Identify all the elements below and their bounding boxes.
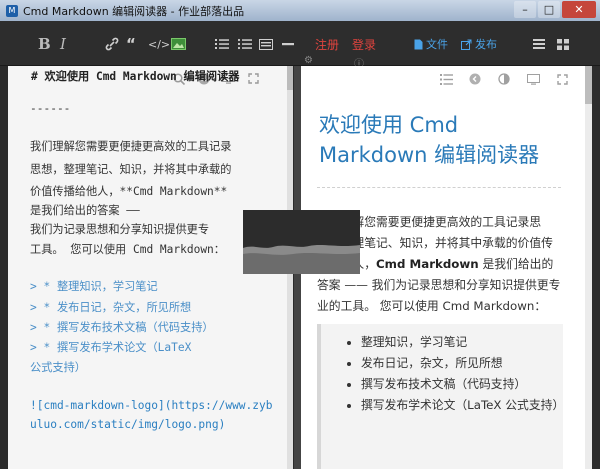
list-item: 撰写发布学术论文（LaTeX 公式支持） (361, 395, 564, 416)
toc-icon[interactable] (439, 72, 453, 86)
window-titlebar: M Cmd Markdown 编辑阅读器 - 作业部落出品 – □ ✕ (0, 0, 600, 21)
toolbar: B I “ </> 注册 登录 文件 发布 (0, 21, 600, 66)
gear-icon[interactable]: ⚙ (304, 55, 314, 66)
unordered-list-icon (238, 38, 252, 50)
file-menu-label: 文件 (426, 38, 448, 51)
code-button[interactable]: </> (148, 35, 170, 53)
fullscreen-icon[interactable] (247, 72, 260, 85)
editor-line: > * 撰写发布技术文稿（代码支持） (30, 321, 214, 334)
horizontal-rule-icon (282, 42, 294, 46)
minimize-button[interactable]: – (514, 1, 536, 18)
link-icon (105, 37, 119, 51)
preview-blockquote: 整理知识，学习笔记 发布日记，杂文，所见所想 撰写发布技术文稿（代码支持） 撰写… (317, 324, 564, 469)
bold-button[interactable]: B (38, 35, 51, 53)
register-link[interactable]: 注册 (315, 35, 339, 53)
preview-paragraph-bold: Cmd Markdown (376, 257, 479, 271)
expand-icon[interactable] (555, 72, 569, 86)
publish-menu-label: 发布 (475, 38, 497, 51)
list-item: 撰写发布技术文稿（代码支持） (361, 374, 561, 395)
ordered-list-icon (215, 38, 229, 50)
app-icon: M (6, 4, 18, 17)
editor-line: 价值传播给他人，**Cmd Markdown** (30, 185, 228, 198)
publish-icon (461, 39, 472, 50)
ordered-list-button[interactable] (215, 35, 229, 53)
image-button[interactable] (171, 35, 186, 53)
editor-line: # 欢迎使用 Cmd Markdown 编辑阅读器 (31, 70, 240, 83)
theme-icon[interactable] (497, 72, 511, 86)
image-icon (171, 38, 186, 50)
window-title: Cmd Markdown 编辑阅读器 - 作业部落出品 (23, 4, 245, 18)
maximize-button[interactable]: □ (538, 1, 560, 18)
preview-title: 欢迎使用 Cmd Markdown 编辑阅读器 (319, 113, 540, 167)
overlay-image (243, 210, 360, 274)
editor-line: 是我们给出的答案 —— (30, 204, 140, 217)
editor-line: > * 整理知识，学习笔记 (30, 280, 158, 293)
editor-line: uluo.com/static/img/logo.png) (30, 418, 226, 431)
link-button[interactable] (105, 35, 119, 53)
info-icon[interactable]: ⓘ (354, 55, 364, 70)
quote-button[interactable]: “ (126, 35, 136, 53)
chevron-left-icon[interactable] (468, 72, 482, 86)
window-edge (592, 66, 600, 469)
preview-scrollbar[interactable] (585, 66, 592, 469)
italic-button[interactable]: I (60, 35, 66, 53)
file-icon (414, 39, 423, 50)
editor-line: 我们理解您需要更便捷更高效的工具记录 (30, 140, 232, 153)
editor-line: ------ (30, 102, 71, 115)
preview-divider (317, 187, 561, 188)
list-item: 整理知识，学习笔记 (361, 332, 561, 353)
editor-line: 我们为记录思想和分享知识提供更专 (30, 223, 210, 236)
layout-button[interactable] (557, 35, 569, 53)
file-menu[interactable]: 文件 (414, 35, 448, 53)
editor-line: > * 发布日记，杂文，所见所想 (30, 301, 192, 314)
menu-button[interactable] (533, 35, 545, 53)
monitor-icon[interactable] (526, 72, 540, 86)
editor-scroll-thumb[interactable] (287, 66, 293, 90)
quote-icon: “ (126, 35, 136, 53)
close-button[interactable]: ✕ (562, 1, 596, 18)
heading-icon (259, 38, 273, 50)
code-icon: </> (148, 37, 171, 51)
login-link[interactable]: 登录 (352, 35, 376, 53)
window-controls: – □ ✕ (514, 1, 596, 18)
grid-icon (557, 38, 569, 50)
heading-button[interactable] (259, 35, 273, 53)
unordered-list-button[interactable] (238, 35, 252, 53)
editor-line: 思想，整理笔记、知识，并将其中承载的 (30, 163, 232, 176)
editor-line: 公式支持） (30, 361, 86, 374)
preview-toolbar (439, 72, 569, 86)
hr-button[interactable] (282, 35, 294, 53)
list-item: 发布日记，杂文，所见所想 (361, 353, 561, 374)
hamburger-icon (533, 39, 545, 49)
editor-line: ![cmd-markdown-logo](https://www.zyb (30, 399, 273, 412)
preview-scroll-thumb[interactable] (585, 66, 592, 104)
editor-line: 工具。 您可以使用 Cmd Markdown： (30, 243, 225, 256)
preview-list: 整理知识，学习笔记 发布日记，杂文，所见所想 撰写发布技术文稿（代码支持） 撰写… (351, 332, 564, 416)
publish-menu[interactable]: 发布 (461, 35, 497, 53)
editor-line: > * 撰写发布学术论文（LaTeX (30, 341, 192, 354)
